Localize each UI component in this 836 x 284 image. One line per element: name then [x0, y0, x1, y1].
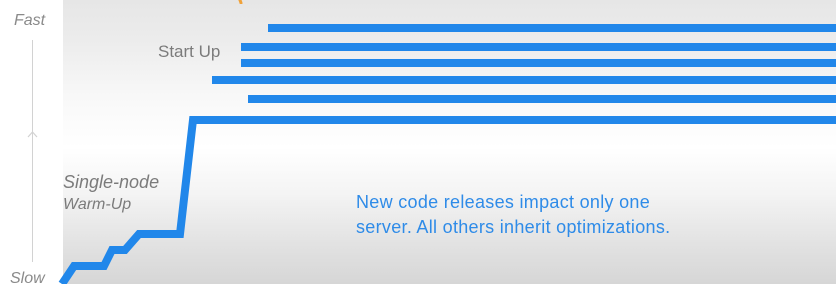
annotation-line-1: New code releases impact only one	[356, 192, 651, 212]
performance-diagram: Fast Slow Start Up Single-node Warm-Up N…	[0, 0, 836, 284]
single-node-label: Single-node	[63, 172, 160, 192]
release-annotation: New code releases impact only one server…	[356, 190, 670, 240]
warm-up-label: Warm-Up	[63, 196, 132, 213]
warmup-staircase-line	[58, 116, 836, 284]
annotation-line-2: server. All others inherit optimizations…	[356, 217, 671, 237]
